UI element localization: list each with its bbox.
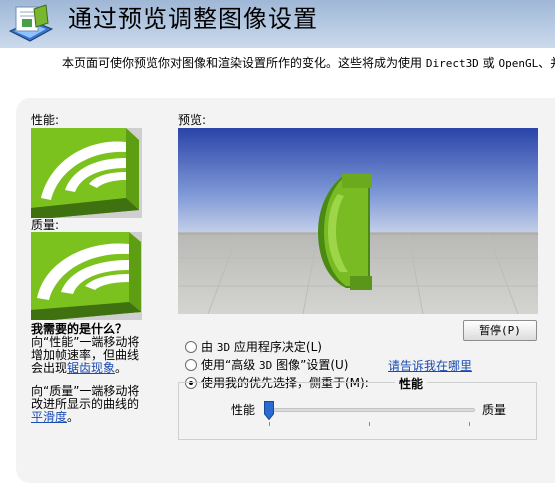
tell-me-where-link[interactable]: 请告诉我在哪里 bbox=[388, 357, 472, 374]
performance-label: 性能: bbox=[31, 113, 60, 127]
help-performance-text: 向“性能”一端移动将增加帧速率，但曲线会出现锯齿现象。 bbox=[31, 335, 140, 375]
option-app-decide[interactable]: 由 3D 应用程序决定(L) bbox=[185, 340, 322, 355]
option-advanced-settings[interactable]: 使用“高级 3D 图像”设置(U) bbox=[185, 358, 348, 373]
quality-label: 质量: bbox=[31, 218, 60, 232]
nvidia-settings-icon bbox=[8, 4, 54, 42]
performance-logo-image bbox=[31, 128, 142, 218]
preview-scene bbox=[178, 128, 538, 314]
slider-quality-label: 质量 bbox=[482, 403, 507, 417]
preview-viewport bbox=[178, 128, 538, 314]
slider-tick bbox=[469, 422, 470, 426]
pause-button[interactable]: 暂停(P) bbox=[463, 320, 537, 341]
advanced-settings-radio[interactable] bbox=[185, 359, 197, 371]
performance-thumbnail bbox=[31, 128, 142, 218]
slider-tick bbox=[269, 422, 270, 426]
page-title: 通过预览调整图像设置 bbox=[68, 5, 318, 33]
help-quality-text: 向“质量”一端移动将改进所显示的曲线的平滑度。 bbox=[31, 384, 140, 424]
page-description: 本页面可使你预览你对图像和渲染设置所作的变化。这些将成为使用 Direct3D … bbox=[62, 56, 555, 70]
header-banner: 通过预览调整图像设置 bbox=[0, 0, 555, 48]
preview-label: 预览: bbox=[178, 113, 207, 127]
quality-thumbnail bbox=[31, 232, 142, 320]
app-decide-radio[interactable] bbox=[185, 341, 197, 353]
preference-group-title: 性能 bbox=[395, 375, 428, 392]
quality-slider-thumb[interactable] bbox=[264, 401, 274, 420]
slider-tick bbox=[369, 422, 370, 426]
quality-logo-image bbox=[31, 232, 142, 320]
slider-performance-label: 性能 bbox=[231, 403, 256, 417]
aliasing-link[interactable]: 锯齿现象 bbox=[67, 361, 115, 375]
smoothness-link[interactable]: 平滑度 bbox=[31, 410, 67, 424]
quality-slider-track[interactable] bbox=[266, 408, 475, 412]
